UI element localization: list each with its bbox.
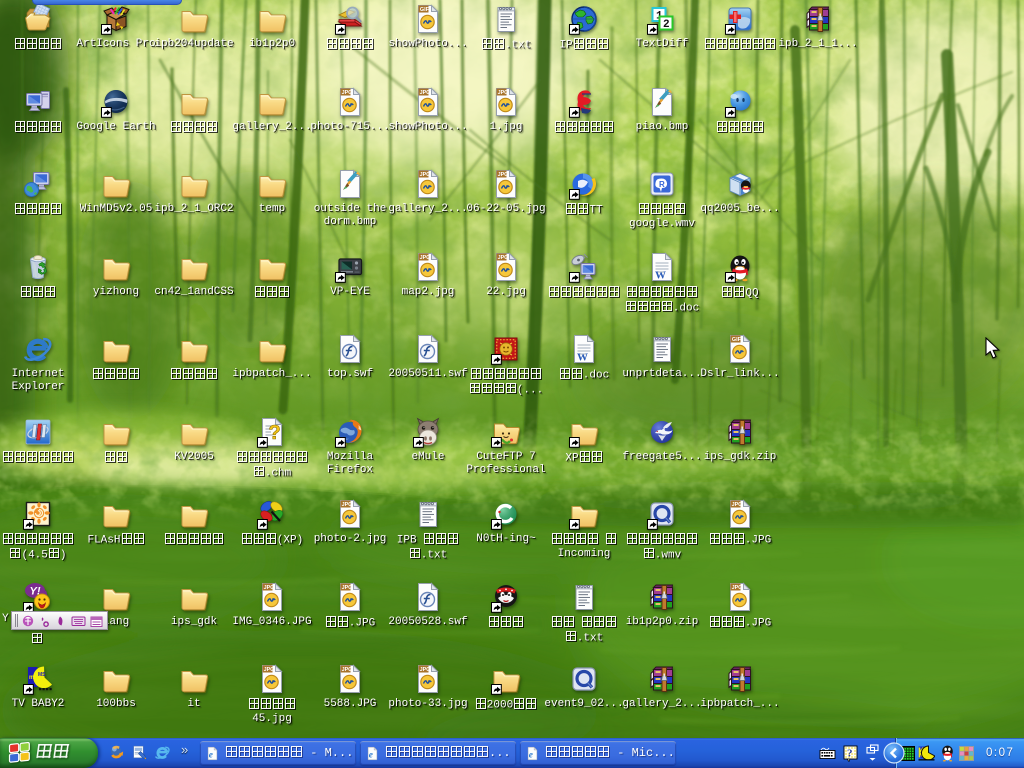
svg-text:?: ? — [847, 748, 853, 760]
svg-text:e: e — [529, 750, 533, 760]
svg-text:e: e — [209, 750, 213, 760]
svg-text:e: e — [369, 750, 373, 760]
